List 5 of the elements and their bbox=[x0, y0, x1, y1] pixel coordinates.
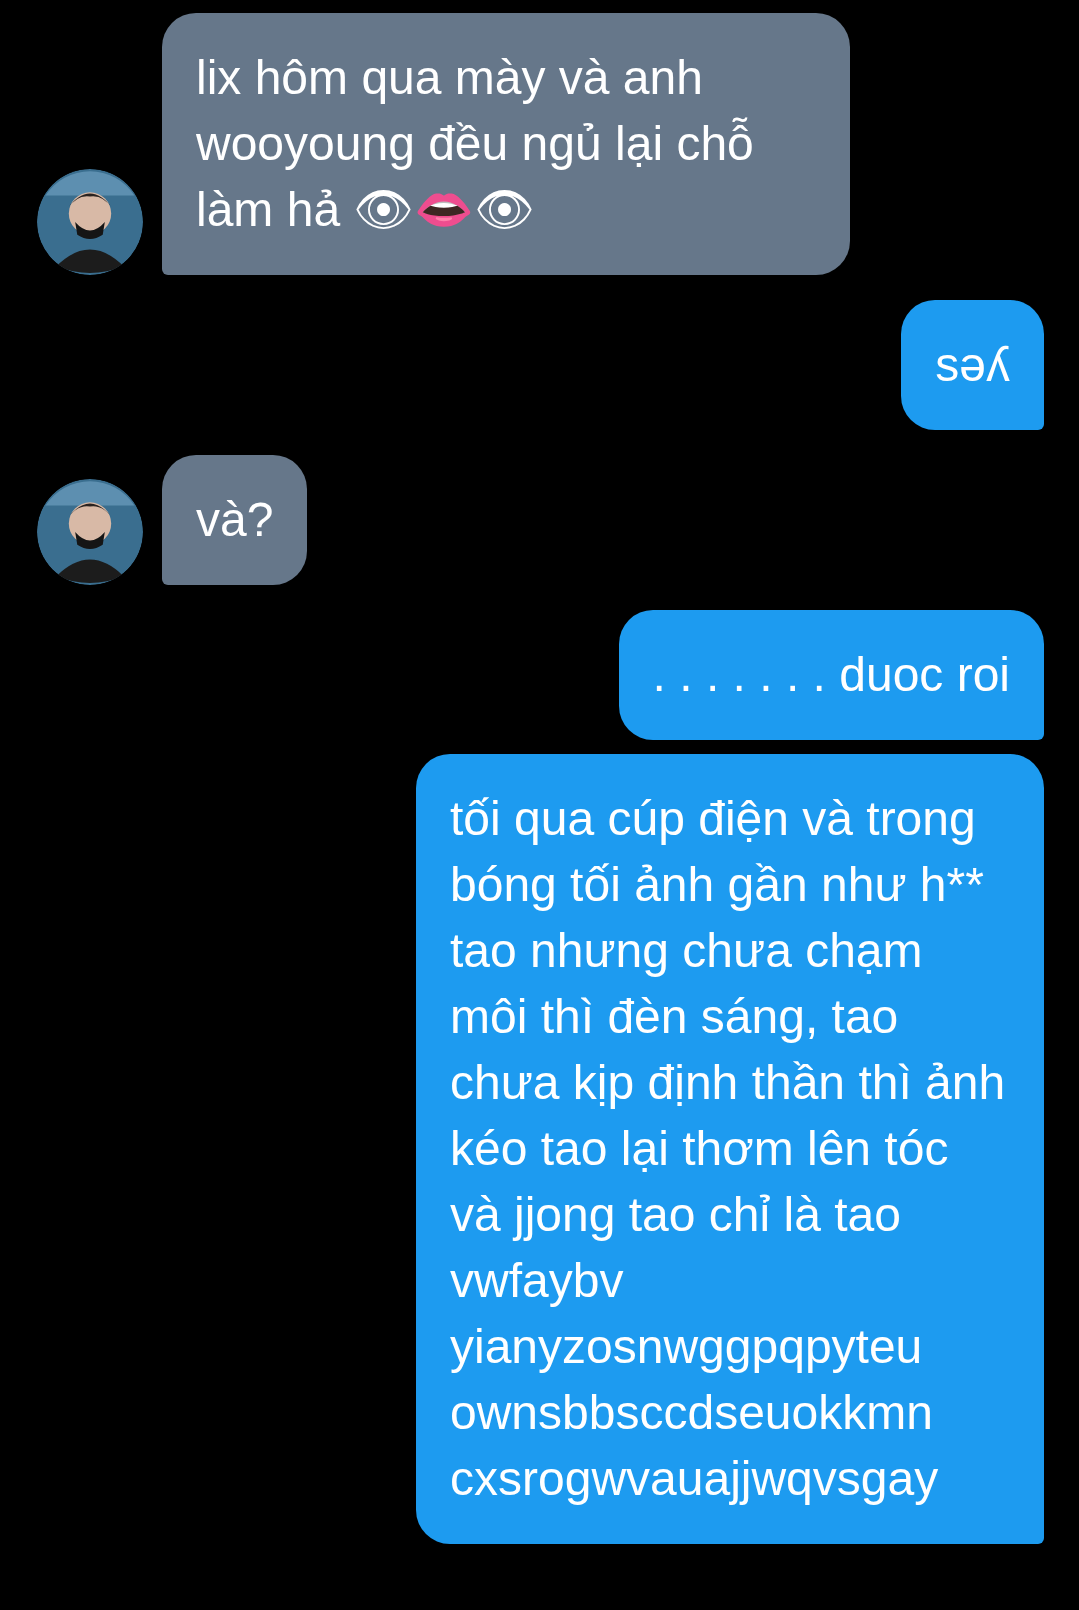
message-text: . . . . . . . duoc roi bbox=[652, 647, 1010, 703]
message-text: sǝʎ bbox=[935, 337, 1010, 393]
message-text: tối qua cúp điện và trong bóng tối ảnh gần như h** tao nhưng chưa chạm môi thì đèn sáng, tao chưa kịp định thần thì ảnh kéo tao lại thơm lên tóc và jjong tao chỉ là tao vwfaybv yianyzosnwggpqpyteu ownsbbsccdseuokkmn cxsrogwvauajjwqvsgay bbox=[450, 791, 1007, 1507]
message-text: lix hôm qua mày và anh wooyoung đều ngủ lại chỗ làm hả 👁👄👁 bbox=[196, 50, 755, 238]
message-text: và? bbox=[196, 492, 274, 548]
